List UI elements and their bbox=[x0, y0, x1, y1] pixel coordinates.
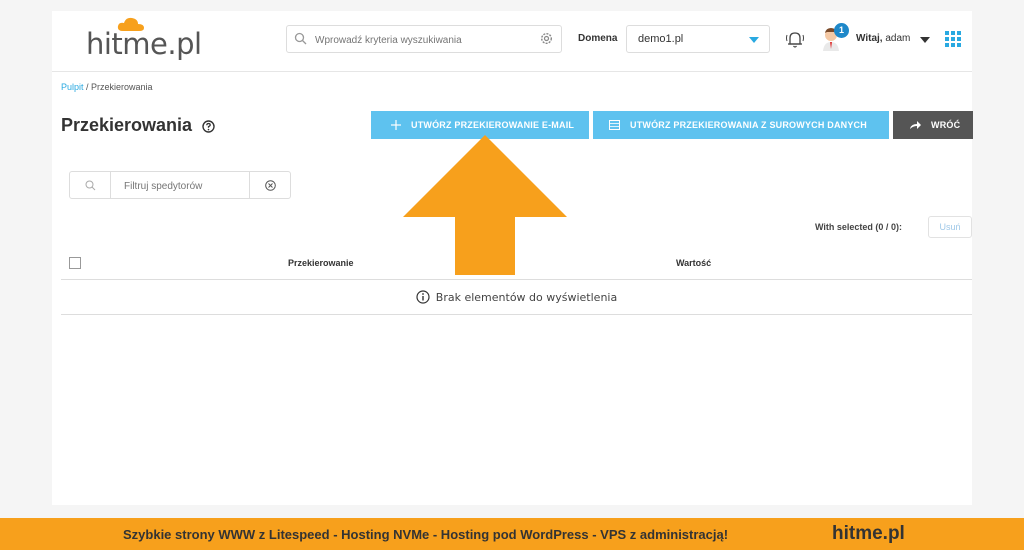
logo[interactable]: hitme.pl bbox=[86, 27, 202, 61]
domain-value: demo1.pl bbox=[638, 33, 684, 45]
back-label: WRÓĆ bbox=[931, 120, 961, 130]
breadcrumb-current: Przekierowania bbox=[91, 82, 153, 92]
share-arrow-icon bbox=[909, 120, 921, 130]
create-email-redirect-label: UTWÓRZ PRZEKIEROWANIE E-MAIL bbox=[411, 120, 575, 130]
search-box[interactable] bbox=[286, 25, 562, 53]
footer-text: Szybkie strony WWW z Litespeed - Hosting… bbox=[123, 527, 729, 542]
plus-icon bbox=[391, 120, 401, 130]
column-header-value[interactable]: Wartość bbox=[676, 258, 711, 268]
notification-badge: 1 bbox=[834, 23, 849, 38]
clear-filter-icon[interactable] bbox=[249, 172, 290, 198]
alarm-bell-icon[interactable] bbox=[784, 28, 806, 50]
help-icon[interactable] bbox=[202, 120, 215, 133]
page-title: Przekierowania bbox=[61, 115, 193, 135]
promo-footer: Szybkie strony WWW z Litespeed - Hosting… bbox=[0, 518, 1024, 550]
filter-search-icon bbox=[70, 172, 111, 198]
greeting-bold: Witaj, bbox=[856, 33, 883, 44]
domain-label: Domena bbox=[578, 33, 618, 44]
highlight-arrow-icon bbox=[403, 135, 567, 275]
gear-icon[interactable] bbox=[540, 32, 553, 45]
chevron-down-icon bbox=[749, 37, 759, 43]
create-raw-redirect-label: UTWÓRZ PRZEKIEROWANIA Z SUROWYCH DANYCH bbox=[630, 120, 867, 130]
empty-table-message: Brak elementów do wyświetlenia bbox=[61, 280, 972, 315]
search-icon bbox=[294, 32, 307, 45]
user-menu-caret-icon[interactable] bbox=[920, 37, 930, 43]
delete-button[interactable]: Usuń bbox=[928, 216, 972, 238]
domain-select[interactable]: demo1.pl bbox=[626, 25, 770, 53]
filter-input[interactable] bbox=[122, 177, 256, 195]
footer-brand: hitme.pl bbox=[832, 523, 905, 544]
breadcrumb-home[interactable]: Pulpit bbox=[61, 82, 84, 92]
user-greeting[interactable]: Witaj, adam bbox=[856, 33, 910, 44]
apps-grid-icon[interactable] bbox=[945, 31, 961, 47]
select-all-checkbox[interactable] bbox=[69, 257, 81, 269]
breadcrumb-separator: / bbox=[83, 82, 92, 92]
search-input[interactable] bbox=[313, 30, 537, 50]
empty-message-text: Brak elementów do wyświetlenia bbox=[435, 290, 618, 304]
back-button[interactable]: WRÓĆ bbox=[893, 111, 973, 139]
filter-box[interactable] bbox=[69, 171, 291, 199]
column-header-redirect[interactable]: Przekierowanie bbox=[288, 258, 354, 268]
info-icon bbox=[416, 290, 430, 304]
top-bar: hitme.pl Domena demo1.pl bbox=[52, 11, 972, 72]
table-icon bbox=[609, 120, 620, 130]
create-raw-redirect-button[interactable]: UTWÓRZ PRZEKIEROWANIA Z SUROWYCH DANYCH bbox=[593, 111, 889, 139]
breadcrumb: Pulpit / Przekierowania bbox=[61, 82, 153, 92]
greeting-user: adam bbox=[885, 33, 911, 44]
with-selected-label: With selected (0 / 0): bbox=[815, 222, 902, 232]
